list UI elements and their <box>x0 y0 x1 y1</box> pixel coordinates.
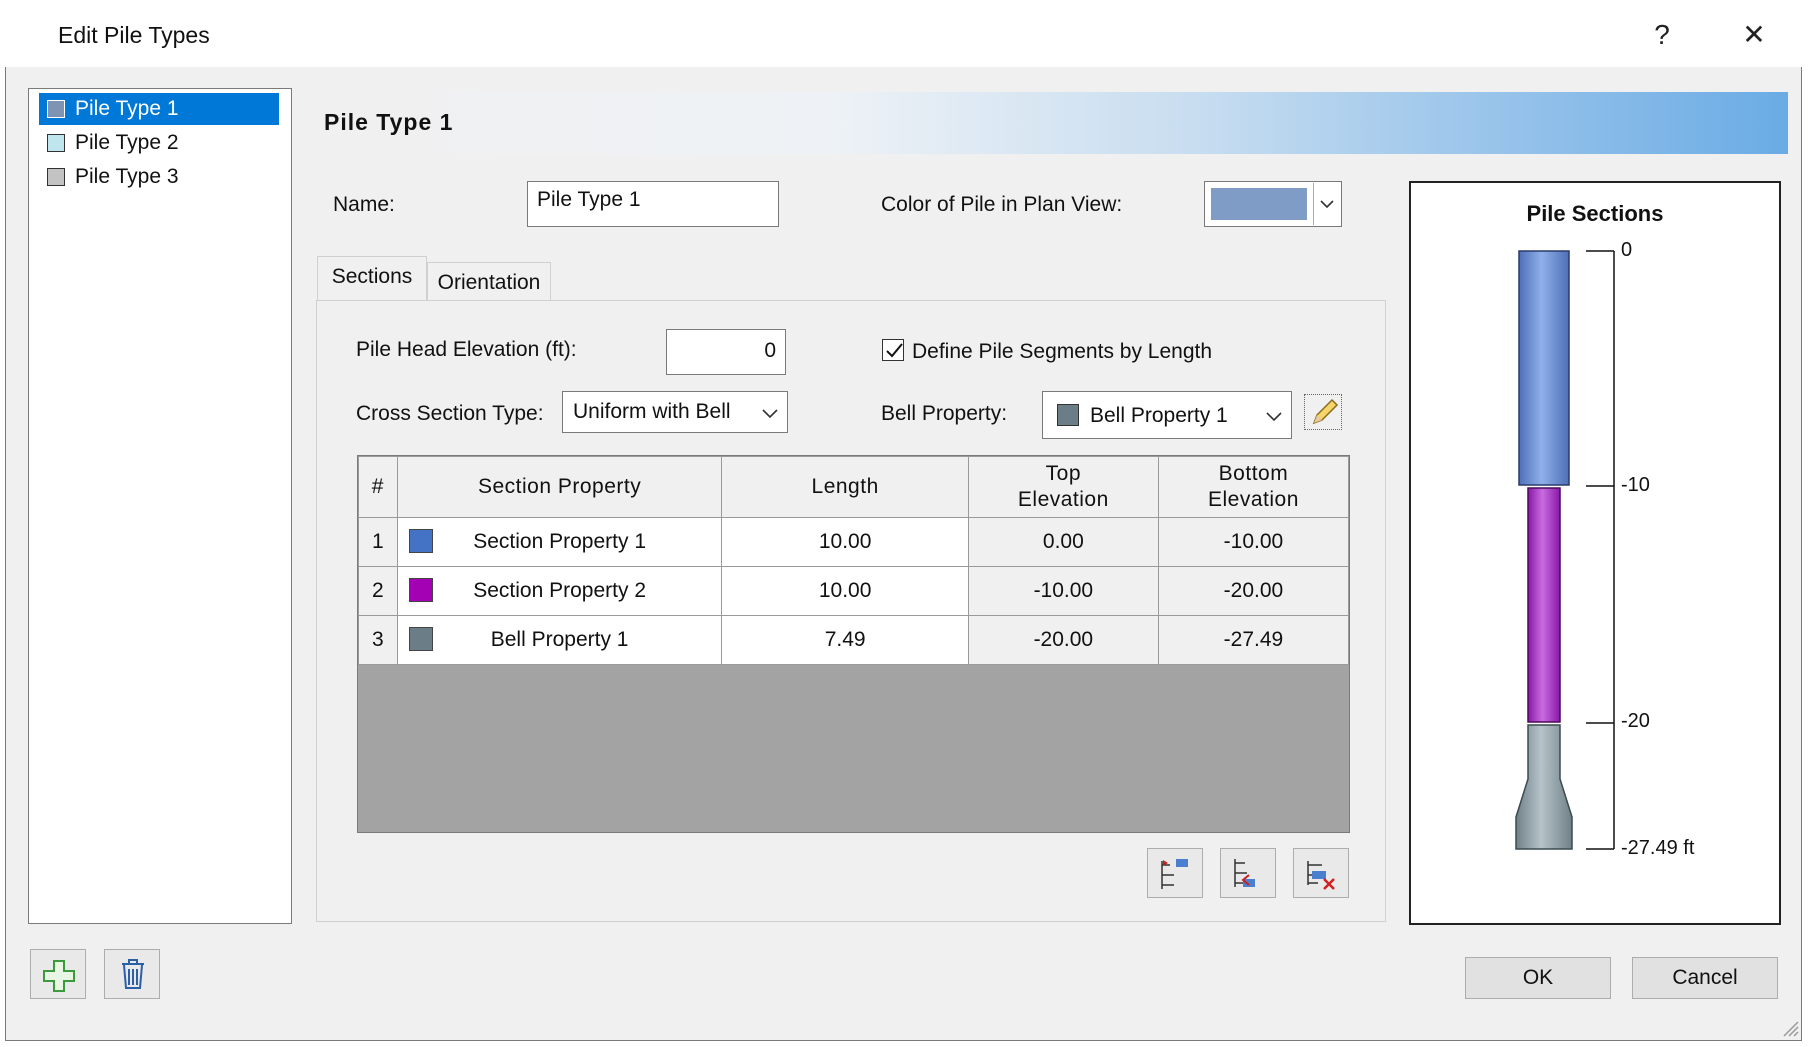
length-cell[interactable]: 10.00 <box>721 566 969 616</box>
column-header: Bottom Elevation <box>1157 456 1350 518</box>
bell-color-swatch <box>1057 404 1079 426</box>
section-color-swatch <box>408 529 433 553</box>
checkmark-icon <box>886 343 903 358</box>
pile-type-label: Pile Type 1 <box>75 97 179 120</box>
pile-segment-2 <box>1527 487 1561 723</box>
head-elevation-label: Pile Head Elevation (ft): <box>356 338 577 361</box>
section-property-name: Bell Property 1 <box>490 628 629 651</box>
pile-type-label: Pile Type 3 <box>75 165 179 188</box>
cancel-button[interactable]: Cancel <box>1632 957 1778 999</box>
section-header-title: Pile Type 1 <box>324 109 454 135</box>
tab-orientation[interactable]: Orientation <box>427 262 551 300</box>
insert-row-below-button[interactable] <box>1220 848 1276 898</box>
title-bar <box>5 5 1802 67</box>
sections-table: # Section Property Length Top Elevation … <box>358 456 1350 665</box>
bell-property-dropdown[interactable]: Bell Property 1 <box>1042 391 1292 439</box>
pile-sections-preview: Pile Sections 0 -10 -20 -27.49 ft <box>1409 181 1781 925</box>
delete-pile-type-button[interactable] <box>104 949 160 999</box>
cross-section-value: Uniform with Bell <box>573 400 731 423</box>
elevation-tick-label: -20 <box>1621 710 1650 732</box>
pile-type-label: Pile Type 2 <box>75 131 179 154</box>
length-cell[interactable]: 10.00 <box>721 517 969 567</box>
pencil-icon <box>1312 398 1339 425</box>
insert-row-above-icon <box>1161 859 1188 889</box>
cross-section-dropdown[interactable]: Uniform with Bell <box>562 391 788 433</box>
sections-grid: # Section Property Length Top Elevation … <box>357 455 1350 833</box>
trash-icon <box>122 959 144 989</box>
pile-color-swatch <box>47 100 65 118</box>
add-pile-type-button[interactable] <box>30 949 86 999</box>
bell-property-value: Bell Property 1 <box>1090 404 1228 427</box>
plan-color-swatch <box>1211 188 1307 220</box>
column-header: Section Property <box>396 456 723 518</box>
ok-button[interactable]: OK <box>1465 957 1611 999</box>
plan-color-label: Color of Pile in Plan View: <box>881 193 1123 216</box>
help-button[interactable]: ? <box>1630 15 1694 55</box>
table-header-row: # Section Property Length Top Elevation … <box>358 456 1350 518</box>
column-header: Top Elevation <box>967 456 1159 518</box>
pile-segment-1 <box>1518 250 1570 486</box>
define-by-length-label: Define Pile Segments by Length <box>912 340 1213 363</box>
resize-grip-icon[interactable] <box>1780 1018 1800 1038</box>
plus-icon <box>43 960 75 992</box>
row-number: 3 <box>358 615 398 665</box>
bottom-elevation-cell: -20.00 <box>1157 566 1350 616</box>
head-elevation-input[interactable]: 0 <box>666 329 786 375</box>
section-header: Pile Type 1 <box>312 92 1788 154</box>
pile-type-item[interactable]: Pile Type 3 <box>39 161 279 193</box>
pile-color-swatch <box>47 134 65 152</box>
pile-type-list: Pile Type 1 Pile Type 2 Pile Type 3 <box>28 88 292 924</box>
pile-segment-bell <box>1515 724 1573 850</box>
section-color-swatch <box>408 578 433 602</box>
section-property-cell[interactable]: Bell Property 1 <box>396 615 723 665</box>
table-row[interactable]: 3 Bell Property 1 7.49 -20.00 -27.49 <box>358 615 1350 665</box>
pile-type-item[interactable]: Pile Type 2 <box>39 127 279 159</box>
pile-elevation-diagram <box>1515 250 1615 850</box>
elevation-tick-label: -27.49 ft <box>1621 837 1695 859</box>
plan-color-dropdown[interactable] <box>1204 181 1342 227</box>
cross-section-label: Cross Section Type: <box>356 402 544 425</box>
top-elevation-cell: -10.00 <box>967 566 1159 616</box>
row-number: 1 <box>358 517 398 567</box>
name-label: Name: <box>333 193 395 216</box>
define-by-length-checkbox[interactable] <box>882 339 904 361</box>
chevron-down-icon <box>1320 200 1334 209</box>
insert-row-below-icon <box>1234 859 1255 887</box>
bottom-elevation-cell: -27.49 <box>1157 615 1350 665</box>
chevron-down-icon <box>1266 412 1282 422</box>
section-property-cell[interactable]: Section Property 2 <box>396 566 723 616</box>
section-color-swatch <box>408 627 433 651</box>
table-row[interactable]: 1 Section Property 1 10.00 0.00 -10.00 <box>358 517 1350 567</box>
top-elevation-cell: -20.00 <box>967 615 1159 665</box>
section-property-name: Section Property 2 <box>473 579 646 602</box>
insert-row-above-button[interactable] <box>1147 848 1203 898</box>
section-property-name: Section Property 1 <box>473 530 646 553</box>
length-cell[interactable]: 7.49 <box>721 615 969 665</box>
elevation-tick-label: -10 <box>1621 474 1650 496</box>
top-elevation-cell: 0.00 <box>967 517 1159 567</box>
elevation-tick-label: 0 <box>1621 239 1633 261</box>
pile-type-item[interactable]: Pile Type 1 <box>39 93 279 125</box>
delete-row-icon <box>1307 861 1335 890</box>
column-header: # <box>358 456 398 518</box>
elevation-ticks <box>1586 250 1614 850</box>
tab-sections[interactable]: Sections <box>317 256 427 300</box>
table-row[interactable]: 2 Section Property 2 10.00 -10.00 -20.00 <box>358 566 1350 616</box>
delete-row-button[interactable] <box>1293 848 1349 898</box>
name-input[interactable]: Pile Type 1 <box>527 181 779 227</box>
pile-color-swatch <box>47 168 65 186</box>
bell-property-label: Bell Property: <box>881 402 1008 425</box>
section-property-cell[interactable]: Section Property 1 <box>396 517 723 567</box>
row-number: 2 <box>358 566 398 616</box>
chevron-down-icon <box>762 409 778 419</box>
bottom-elevation-cell: -10.00 <box>1157 517 1350 567</box>
dropdown-arrow <box>1313 183 1339 225</box>
edit-bell-property-button[interactable] <box>1304 394 1342 430</box>
window-title: Edit Pile Types <box>58 22 210 48</box>
close-button[interactable]: ✕ <box>1722 15 1786 55</box>
column-header: Length <box>721 456 969 518</box>
